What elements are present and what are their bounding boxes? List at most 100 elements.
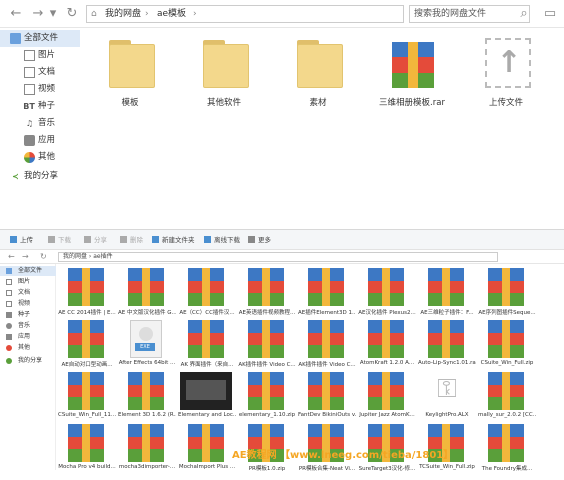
- file-item[interactable]: AE英语插件视频教程...: [238, 264, 296, 324]
- sidebar-item-my-share[interactable]: ≺ 我的分享: [0, 168, 80, 185]
- file-item[interactable]: AtomKraft 1.2.0 A...: [358, 316, 416, 376]
- sidebar-item-my-share[interactable]: 我的分享: [0, 356, 56, 366]
- navigation-bar-2: ← → ↻ 我的网盘 › ae插件: [0, 250, 564, 264]
- rar-archive-icon: [368, 268, 404, 306]
- file-item[interactable]: AK插件插件 Video C...: [298, 316, 356, 376]
- sidebar-item-torrents[interactable]: 种子: [0, 310, 56, 320]
- sidebar-item-documents[interactable]: 文档: [0, 288, 56, 298]
- forward-icon[interactable]: →: [22, 252, 29, 261]
- upload-icon: [10, 236, 17, 243]
- toolbar: 上传 下载 分享 删除 新建文件夹 离线下载 更多: [0, 230, 564, 250]
- rar-archive-icon: [368, 320, 404, 358]
- sidebar-item-music[interactable]: ♫ 音乐: [0, 115, 80, 132]
- sidebar-2: 全部文件 图片 文档 视频 种子 音乐 应用 其他 我的分享: [0, 264, 56, 470]
- refresh-icon[interactable]: ↻: [64, 6, 80, 22]
- rar-archive-icon: [428, 268, 464, 306]
- file-item[interactable]: AK 界面插件（来自...: [178, 316, 236, 376]
- sidebar-item-documents[interactable]: 文档: [0, 64, 80, 81]
- rar-archive-icon: [488, 424, 524, 462]
- upload-button[interactable]: 上传: [10, 234, 33, 246]
- file-item[interactable]: Mocha Pro v4 build...: [58, 420, 116, 480]
- file-item[interactable]: 素材: [278, 30, 358, 110]
- search-input[interactable]: 搜索我的网盘文件: [409, 5, 530, 23]
- rar-archive-icon: [68, 268, 104, 306]
- sidebar-item-other[interactable]: 其他: [0, 149, 80, 166]
- rar-archive-icon: [368, 372, 404, 410]
- refresh-icon[interactable]: ↻: [40, 252, 47, 261]
- more-icon: [248, 236, 255, 243]
- file-item[interactable]: mocha3dimporter-...: [118, 420, 176, 480]
- file-item[interactable]: AE CC 2014插件 | E...: [58, 264, 116, 324]
- delete-button[interactable]: 删除: [120, 234, 143, 246]
- file-item[interactable]: AE汉化插件 Plexus2...: [358, 264, 416, 324]
- view-toggle-icon[interactable]: ▭: [542, 6, 558, 22]
- file-item[interactable]: Elementary and Loc...: [178, 368, 236, 428]
- file-item[interactable]: Jupiter Jazz AtomK...: [358, 368, 416, 428]
- sidebar-item-videos[interactable]: 视频: [0, 81, 80, 98]
- file-name: Jupiter Jazz AtomK...: [359, 412, 415, 418]
- rar-archive-icon: [392, 42, 434, 88]
- rar-archive-icon: [488, 372, 524, 410]
- folder-icon: [109, 40, 155, 88]
- new-folder-button[interactable]: 新建文件夹: [152, 234, 195, 246]
- file-item[interactable]: AE 中文版汉化插件 G...: [118, 264, 176, 324]
- sidebar-item-images[interactable]: 图片: [0, 47, 80, 64]
- file-item[interactable]: FantDev BikiniOuts v...: [298, 368, 356, 428]
- file-item[interactable]: mally_sur_2.0.2 [CC...: [478, 368, 536, 428]
- home-icon: ⌂: [91, 9, 97, 19]
- breadcrumb-root[interactable]: 我的网盘: [105, 6, 141, 22]
- download-button[interactable]: 下载: [48, 234, 71, 246]
- folder-icon: [6, 268, 12, 274]
- file-item[interactable]: AE（CC）CC插件汉...: [178, 264, 236, 324]
- sidebar-item-apps[interactable]: 应用: [0, 332, 56, 342]
- search-icon[interactable]: ⌕: [516, 6, 532, 22]
- history-dropdown-icon[interactable]: ▾: [48, 6, 58, 22]
- back-icon[interactable]: ←: [8, 6, 24, 22]
- file-item[interactable]: 其他软件: [184, 30, 264, 110]
- file-item[interactable]: 三维相册模板.rar: [372, 30, 452, 110]
- rar-archive-icon: [68, 424, 104, 462]
- file-item[interactable]: AE序列图插件Seque...: [478, 264, 536, 324]
- file-item[interactable]: ⚿ KeylightPro.ALX: [418, 368, 476, 428]
- sidebar-item-other[interactable]: 其他: [0, 343, 56, 353]
- sidebar-item-all-files[interactable]: 全部文件: [0, 30, 80, 47]
- other-icon: [24, 152, 35, 163]
- file-item[interactable]: AK插件插件 Video C...: [238, 316, 296, 376]
- back-icon[interactable]: ←: [8, 252, 15, 261]
- file-name: AE序列图插件Seque...: [478, 310, 536, 316]
- rar-archive-icon: [488, 320, 524, 358]
- more-button[interactable]: 更多: [248, 234, 271, 246]
- upload-file-button[interactable]: ↑ 上传文件: [466, 30, 546, 110]
- sidebar-item-music[interactable]: 音乐: [0, 321, 56, 331]
- sidebar-item-videos[interactable]: 视频: [0, 299, 56, 309]
- file-item[interactable]: The Foundry集成...: [478, 420, 536, 480]
- file-item[interactable]: elementary_1.10.zip: [238, 368, 296, 428]
- file-item[interactable]: CSuite_Win_Full.zip: [478, 316, 536, 376]
- breadcrumb[interactable]: ⌂ 我的网盘 › ae模板 ›: [86, 5, 404, 23]
- file-item[interactable]: AE三维粒子插件：F...: [418, 264, 476, 324]
- file-item[interactable]: AE插件Element3D 1...: [298, 264, 356, 324]
- file-item[interactable]: Element 3D 1.6.2 (R...: [118, 368, 176, 428]
- file-item[interactable]: 模板: [90, 30, 170, 110]
- breadcrumb-current[interactable]: ae模板: [157, 6, 186, 22]
- file-item[interactable]: Auto-Lip-Sync1.01.rar: [418, 316, 476, 376]
- file-name: 其他软件: [206, 98, 241, 108]
- share-button[interactable]: 分享: [84, 234, 107, 246]
- sidebar-item-all-files[interactable]: 全部文件: [0, 266, 56, 276]
- sidebar-item-apps[interactable]: 应用: [0, 132, 80, 149]
- forward-icon[interactable]: →: [30, 6, 46, 22]
- sidebar-item-torrents[interactable]: BT 种子: [0, 98, 80, 115]
- sidebar-item-images[interactable]: 图片: [0, 277, 56, 287]
- new-folder-icon: [152, 236, 159, 243]
- file-name: 素材: [309, 98, 327, 108]
- offline-download-button[interactable]: 离线下载: [204, 234, 240, 246]
- file-item[interactable]: MochaImport Plus ...: [178, 420, 236, 480]
- file-name: AK 界面插件（来自...: [180, 362, 234, 368]
- file-item[interactable]: EXE After Effects 64bit ...: [118, 316, 176, 376]
- share-icon: [84, 236, 91, 243]
- file-item[interactable]: CSuite_Win_Full_11...: [58, 368, 116, 428]
- upload-icon: ↑: [485, 38, 531, 88]
- file-name: PR模板合集-Neat Vi...: [298, 466, 356, 472]
- breadcrumb[interactable]: 我的网盘 › ae插件: [58, 252, 498, 262]
- file-item[interactable]: AE自动对口型动画...: [58, 316, 116, 376]
